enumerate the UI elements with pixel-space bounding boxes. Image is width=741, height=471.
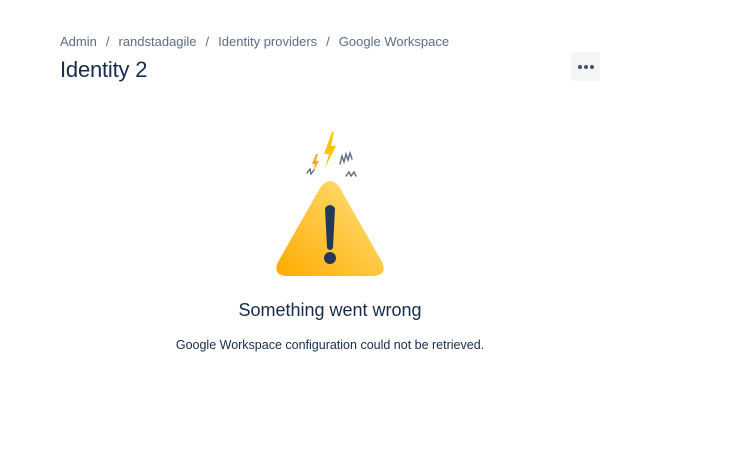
error-message: Google Workspace configuration could not… [175,338,485,352]
page-title: Identity 2 [60,57,148,82]
breadcrumb: Admin / randstadagile / Identity provide… [60,33,449,51]
error-title: Something went wrong [238,300,422,320]
breadcrumb-separator: / [326,34,330,49]
more-horizontal-icon [577,64,594,69]
breadcrumb-separator: / [105,34,110,49]
breadcrumb-item-google-workspace[interactable]: Google Workspace [339,33,449,51]
lightning-bolt-icon [312,132,336,172]
breadcrumb-item-org[interactable]: randstadagile [118,33,196,51]
page: Admin / randstadagile / Identity provide… [0,0,741,471]
spark-lines-icon [306,150,357,178]
warning-triangle-icon [276,132,384,276]
breadcrumb-item-admin[interactable]: Admin [60,33,97,51]
breadcrumb-item-identity-providers[interactable]: Identity providers [218,33,317,51]
breadcrumb-separator: / [205,34,210,49]
more-actions-button[interactable] [571,52,600,81]
